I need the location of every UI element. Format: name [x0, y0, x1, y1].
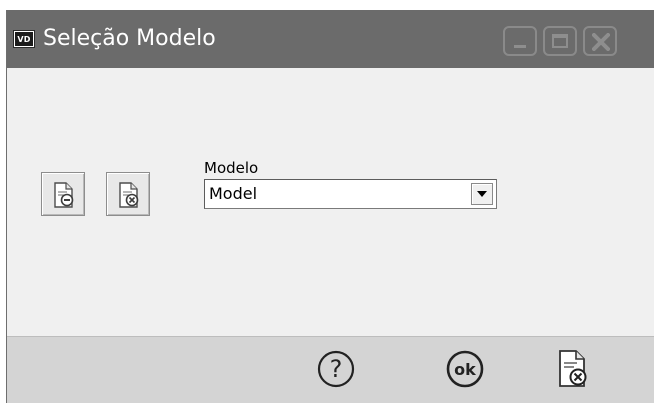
ok-icon: ok: [446, 350, 484, 388]
title-bar[interactable]: VD Seleção Modelo: [7, 10, 654, 68]
help-button[interactable]: ?: [316, 349, 356, 393]
model-label: Modelo: [204, 159, 259, 177]
close-icon: [592, 33, 610, 51]
cancel-button[interactable]: [557, 349, 589, 393]
window-title: Seleção Modelo: [43, 26, 216, 51]
model-select-value: Model: [209, 184, 258, 203]
close-button[interactable]: [583, 26, 617, 56]
app-icon[interactable]: VD: [13, 30, 35, 48]
document-cancel-icon: [119, 182, 139, 208]
help-icon: ?: [317, 350, 355, 388]
minimize-button[interactable]: [503, 26, 537, 56]
load-model-button[interactable]: [41, 172, 85, 216]
ok-button[interactable]: ok: [445, 349, 485, 393]
maximize-button[interactable]: [543, 26, 577, 56]
model-select[interactable]: Model: [204, 179, 497, 209]
app-icon-text: VD: [15, 32, 33, 46]
document-go-icon: [54, 182, 74, 208]
cancel-document-icon: [559, 350, 587, 387]
svg-text:ok: ok: [454, 360, 476, 379]
selection-window: VD Seleção Modelo Modelo Model ? ok: [6, 10, 654, 403]
remove-model-button[interactable]: [106, 172, 150, 216]
svg-text:?: ?: [330, 355, 343, 383]
client-area: Modelo Model: [7, 68, 654, 336]
dropdown-arrow-icon[interactable]: [471, 183, 493, 205]
footer-bar: ? ok: [7, 336, 654, 403]
